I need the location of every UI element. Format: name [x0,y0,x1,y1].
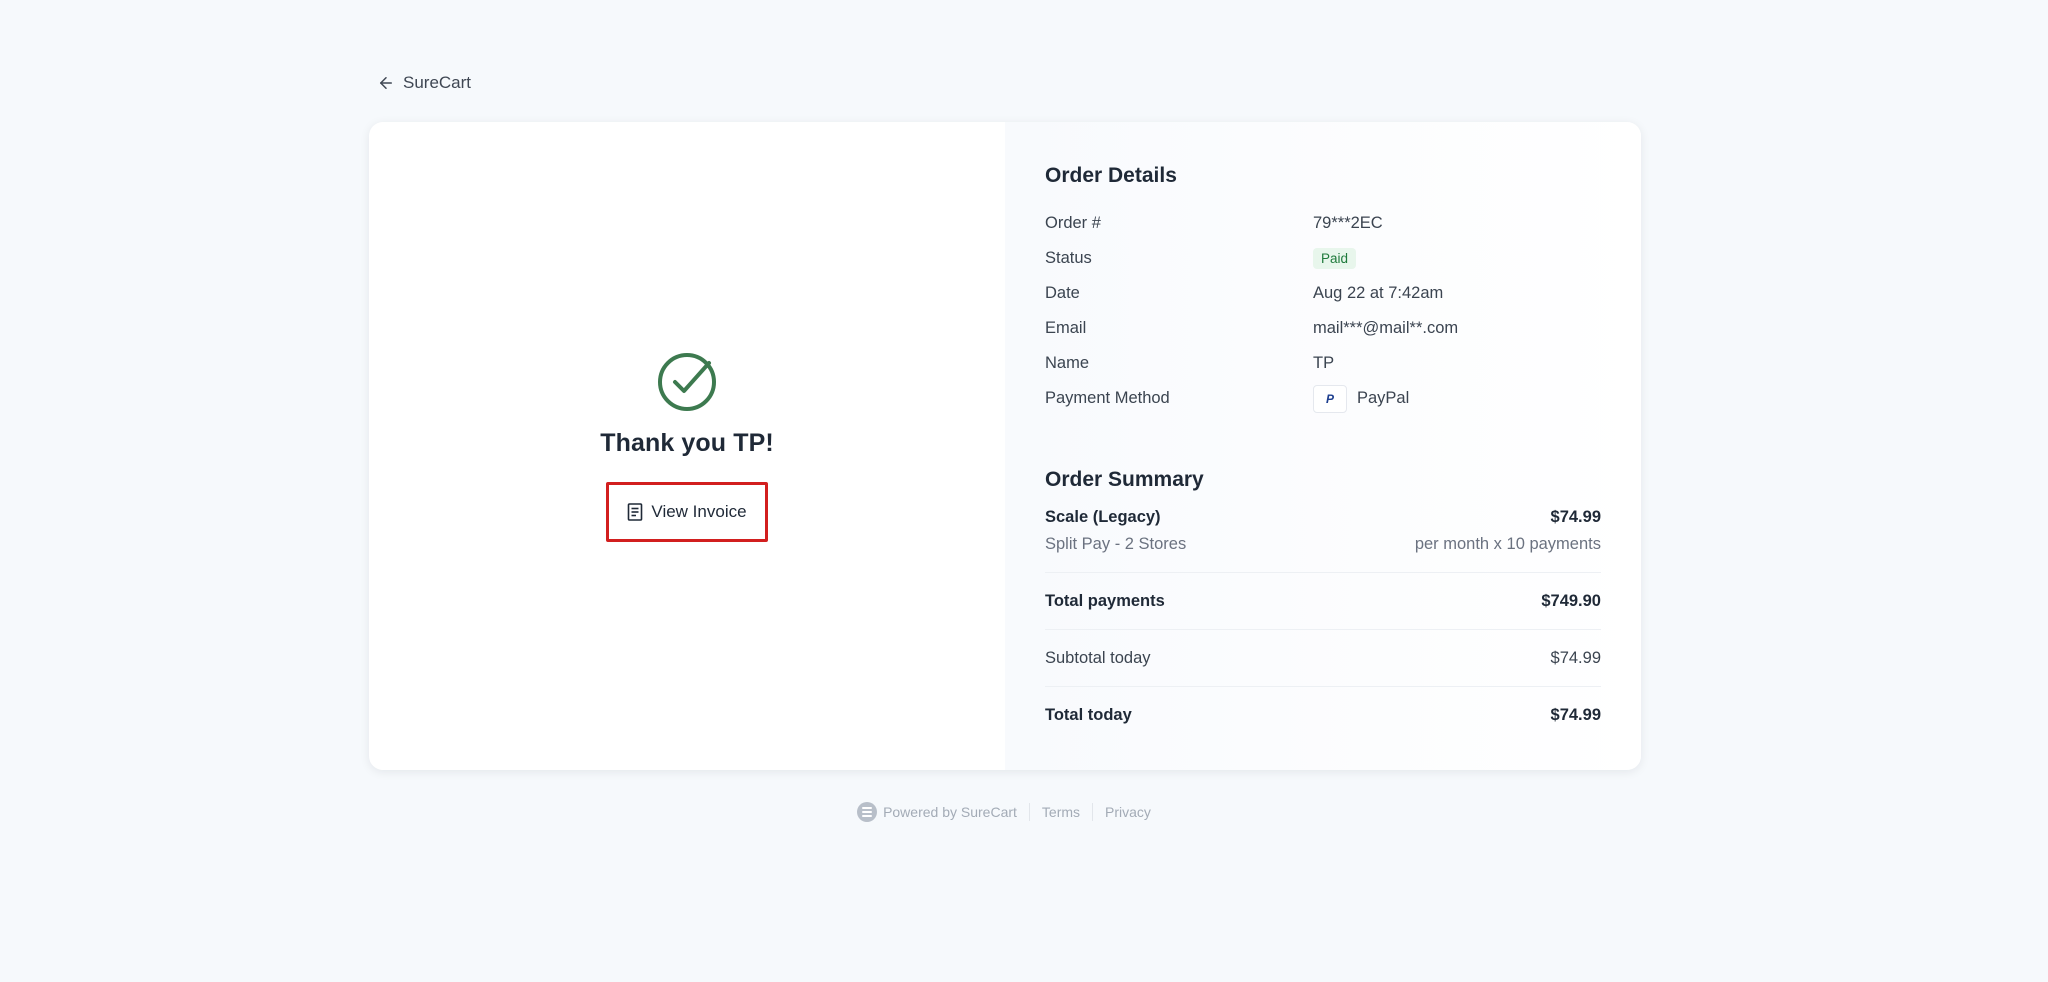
payment-method-value: PayPal [1357,389,1410,407]
total-today-label: Total today [1045,705,1132,724]
email-value: mail***@mail**.com [1313,319,1459,337]
powered-by-label: Powered by SureCart [883,804,1017,820]
detail-row-email: Email mail***@mail**.com [1045,311,1601,346]
order-panel: Order Details Order # 79***2EC Status Pa… [1005,122,1641,770]
order-number-value: 79***2EC [1313,214,1383,232]
detail-row-status: Status Paid [1045,241,1601,276]
subtotal-value: $74.99 [1550,648,1601,667]
order-details-title: Order Details [1045,164,1177,187]
total-payments-label: Total payments [1045,591,1165,610]
item-variant: Split Pay - 2 Stores [1045,535,1187,553]
order-details-list: Order # 79***2EC Status Paid Date Aug 22… [1045,206,1601,416]
item-price: $74.99 [1550,508,1601,526]
subtotal-row: Subtotal today $74.99 [1045,630,1601,686]
item-billing-interval: per month x 10 payments [1414,535,1601,553]
detail-label: Date [1045,284,1080,302]
order-confirmation-card: Thank you TP! View Invoice Order Details… [369,122,1641,770]
terms-link[interactable]: Terms [1030,804,1092,820]
total-today-row: Total today $74.99 [1045,687,1601,743]
subtotal-label: Subtotal today [1045,648,1151,667]
total-today-value: $74.99 [1550,705,1601,724]
confirmation-panel: Thank you TP! View Invoice [369,122,1005,770]
detail-row-name: Name TP [1045,346,1601,381]
back-to-store-link[interactable]: SureCart [377,73,471,93]
back-link-label: SureCart [403,73,472,92]
view-invoice-label: View Invoice [651,501,747,521]
detail-label: Payment Method [1045,389,1170,407]
check-circle-icon [658,352,716,411]
detail-row-order-number: Order # 79***2EC [1045,206,1601,241]
thank-you-heading: Thank you TP! [600,428,774,457]
detail-label: Status [1045,249,1092,267]
paypal-icon: P [1313,384,1347,413]
status-badge: Paid [1313,248,1357,269]
detail-label: Order # [1045,214,1101,232]
detail-label: Name [1045,354,1090,372]
arrow-left-icon [380,77,392,89]
total-payments-value: $749.90 [1541,591,1601,610]
line-item: Scale (Legacy) $74.99 Split Pay - 2 Stor… [1045,508,1601,554]
detail-label: Email [1045,319,1087,337]
footer: Powered by SureCart Terms Privacy [0,802,2048,822]
name-value: TP [1313,354,1335,372]
date-value: Aug 22 at 7:42am [1313,284,1444,302]
privacy-link[interactable]: Privacy [1093,804,1163,820]
surecart-logo-icon [857,802,878,822]
item-name: Scale (Legacy) [1045,508,1161,526]
order-summary-title: Order Summary [1045,468,1204,491]
document-icon [628,502,643,521]
powered-by-link[interactable]: Powered by SureCart [845,802,1029,822]
total-payments-row: Total payments $749.90 [1045,573,1601,629]
detail-row-date: Date Aug 22 at 7:42am [1045,276,1601,311]
view-invoice-button[interactable]: View Invoice [606,481,768,542]
detail-row-payment-method: Payment Method P PayPal [1045,381,1601,416]
